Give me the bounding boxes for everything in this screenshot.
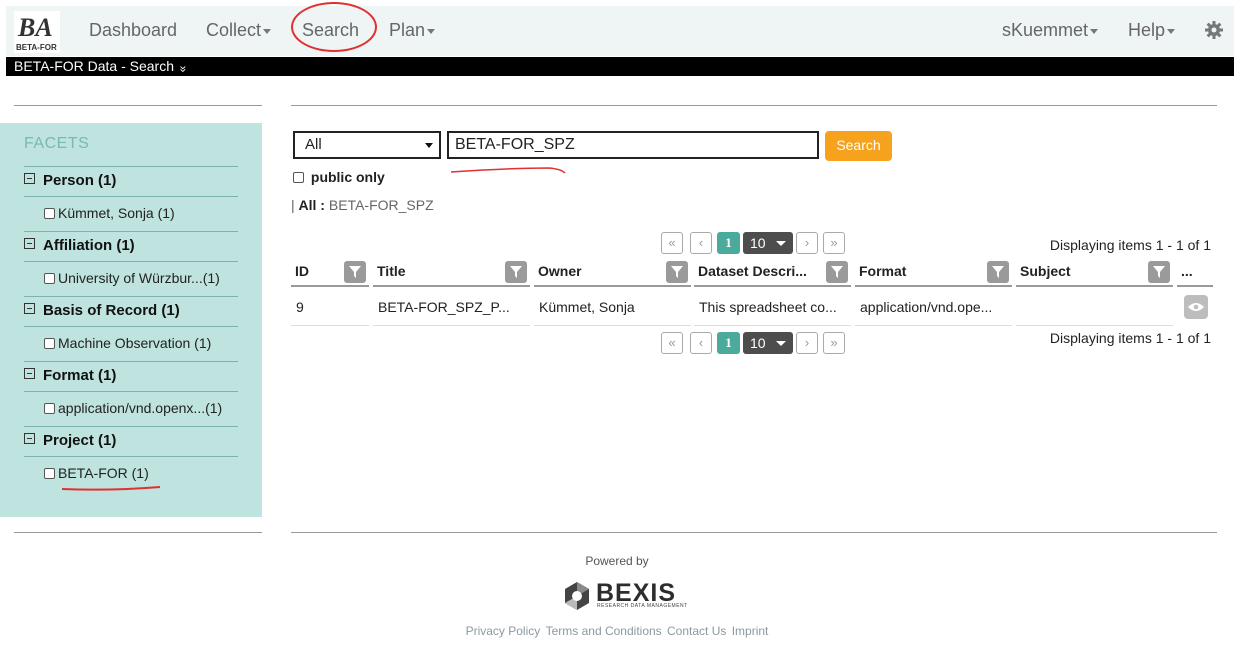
contact-link[interactable]: Contact Us — [667, 624, 726, 638]
collapse-icon[interactable] — [24, 173, 35, 184]
column-header-id[interactable]: ID — [291, 257, 369, 287]
table-cell-subject — [1016, 290, 1173, 326]
filter-icon[interactable] — [666, 261, 688, 283]
facet-item[interactable]: Machine Observation (1) — [44, 335, 211, 351]
divider — [291, 532, 1217, 533]
search-breadcrumb: | All : BETA-FOR_SPZ — [291, 197, 434, 213]
public-only-toggle[interactable]: public only — [293, 169, 385, 185]
table-cell-title: BETA-FOR_SPZ_P... — [373, 290, 530, 326]
terms-link[interactable]: Terms and Conditions — [546, 624, 662, 638]
filter-icon[interactable] — [987, 261, 1009, 283]
facet-checkbox[interactable] — [44, 403, 55, 414]
collapse-icon[interactable] — [24, 368, 35, 379]
divider — [14, 532, 262, 533]
table-cell-owner: Kümmet, Sonja — [534, 290, 691, 326]
facet-heading[interactable]: Affiliation (1) — [24, 237, 135, 254]
column-header-format[interactable]: Format — [855, 257, 1012, 287]
column-header-owner[interactable]: Owner — [534, 257, 691, 287]
logo-subtext: BETA-FOR — [16, 43, 57, 52]
collapse-icon[interactable] — [24, 238, 35, 249]
chevron-down-icon — [776, 241, 786, 246]
facets-panel: FACETS Person (1) Kümmet, Sonja (1) Affi… — [0, 123, 262, 517]
last-page-button[interactable]: » — [823, 332, 845, 354]
prev-page-button[interactable]: ‹ — [690, 332, 712, 354]
bexis-tagline: RESEARCH DATA MANAGEMENT — [597, 603, 688, 609]
chevron-down-icon — [427, 28, 436, 34]
top-navbar: BA BETA-FOR Dashboard Collect Search Pla… — [6, 2, 1234, 56]
chevron-down-icon — [263, 28, 272, 34]
footer-links: Privacy Policy Terms and Conditions Cont… — [0, 624, 1234, 638]
help-menu[interactable]: Help — [1128, 20, 1176, 41]
facet-heading[interactable]: Project (1) — [24, 432, 116, 449]
double-chevron-down-icon: » — [176, 65, 191, 73]
next-page-button[interactable]: › — [796, 232, 818, 254]
filter-icon[interactable] — [344, 261, 366, 283]
divider — [291, 105, 1217, 106]
search-input[interactable]: BETA-FOR_SPZ — [447, 131, 819, 159]
facet-heading[interactable]: Basis of Record (1) — [24, 302, 180, 319]
facet-item[interactable]: BETA-FOR (1) — [44, 465, 149, 481]
subheader-title: BETA-FOR Data - Search — [14, 58, 175, 74]
first-page-button[interactable]: « — [661, 332, 683, 354]
display-count: Displaying items 1 - 1 of 1 — [1049, 237, 1211, 253]
logo-mark: BA — [18, 13, 53, 42]
divider — [14, 105, 262, 106]
privacy-policy-link[interactable]: Privacy Policy — [466, 624, 541, 638]
filter-icon[interactable] — [1148, 261, 1170, 283]
annotation-underline — [450, 167, 566, 174]
first-page-button[interactable]: « — [661, 232, 683, 254]
nav-dashboard[interactable]: Dashboard — [89, 20, 177, 41]
nav-plan[interactable]: Plan — [389, 20, 436, 41]
filter-icon[interactable] — [826, 261, 848, 283]
chevron-down-icon — [1167, 28, 1176, 34]
bexis-logo-icon — [565, 582, 589, 610]
current-page[interactable]: 1 — [717, 232, 740, 254]
column-header-subject[interactable]: Subject — [1016, 257, 1173, 287]
column-header-title[interactable]: Title — [373, 257, 530, 287]
prev-page-button[interactable]: ‹ — [690, 232, 712, 254]
facet-item[interactable]: application/vnd.openx...(1) — [44, 400, 222, 416]
filter-icon[interactable] — [505, 261, 527, 283]
facet-item[interactable]: Kümmet, Sonja (1) — [44, 205, 175, 221]
gear-icon[interactable] — [1204, 20, 1224, 40]
search-category-select[interactable]: All — [293, 131, 441, 159]
facet-checkbox[interactable] — [44, 468, 55, 479]
view-eye-icon[interactable] — [1184, 295, 1208, 319]
imprint-link[interactable]: Imprint — [732, 624, 769, 638]
facet-heading[interactable]: Person (1) — [24, 172, 116, 189]
current-page[interactable]: 1 — [717, 332, 740, 354]
nav-search[interactable]: Search — [302, 20, 359, 41]
beta-for-logo[interactable]: BA BETA-FOR — [14, 11, 60, 53]
powered-by: Powered by — [585, 554, 649, 568]
display-count: Displaying items 1 - 1 of 1 — [1049, 330, 1211, 346]
bexis-logo[interactable]: BEXIS RESEARCH DATA MANAGEMENT — [562, 579, 687, 612]
search-button[interactable]: Search — [825, 131, 892, 161]
page-size-select[interactable]: 10 — [743, 332, 793, 354]
facet-checkbox[interactable] — [44, 208, 55, 219]
table-cell-description: This spreadsheet co... — [694, 290, 851, 326]
chevron-down-icon — [1090, 28, 1099, 34]
facets-title: FACETS — [24, 135, 90, 152]
page-size-select[interactable]: 10 — [743, 232, 793, 254]
table-cell-id: 9 — [291, 290, 369, 326]
collapse-icon[interactable] — [24, 303, 35, 314]
chevron-down-icon — [425, 143, 433, 148]
column-header-actions: ... — [1177, 257, 1213, 287]
facet-checkbox[interactable] — [44, 338, 55, 349]
facet-checkbox[interactable] — [44, 273, 55, 284]
nav-collect[interactable]: Collect — [206, 20, 272, 41]
table-cell-format: application/vnd.ope... — [855, 290, 1012, 326]
page-subheader[interactable]: BETA-FOR Data - Search » — [6, 57, 1234, 76]
facet-item[interactable]: University of Würzbur...(1) — [44, 270, 220, 286]
public-only-checkbox[interactable] — [293, 172, 304, 183]
facet-heading[interactable]: Format (1) — [24, 367, 116, 384]
chevron-down-icon — [776, 341, 786, 346]
user-menu[interactable]: sKuemmet — [1002, 20, 1099, 41]
column-header-dataset-description[interactable]: Dataset Descri... — [694, 257, 851, 287]
next-page-button[interactable]: › — [796, 332, 818, 354]
last-page-button[interactable]: » — [823, 232, 845, 254]
collapse-icon[interactable] — [24, 433, 35, 444]
